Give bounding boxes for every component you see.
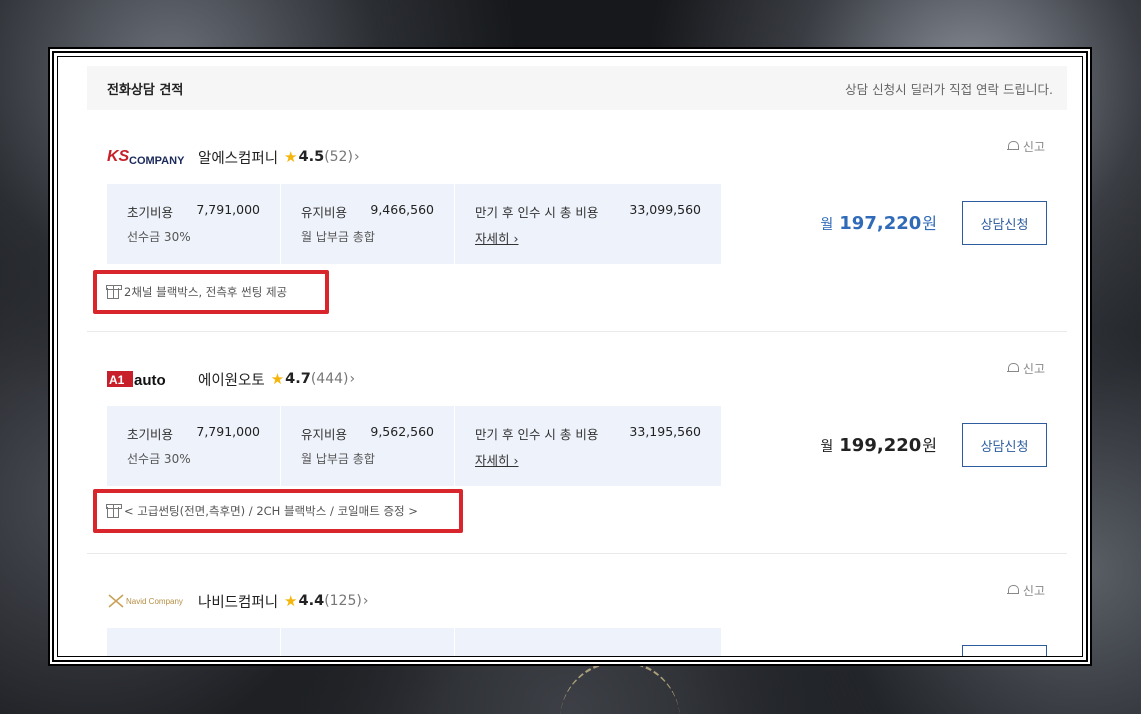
- dealer-logo: KS COMPANY: [107, 146, 189, 168]
- apply-consult-button[interactable]: [962, 645, 1047, 656]
- dealer-logo: A1 auto: [107, 368, 189, 390]
- report-button[interactable]: 신고: [1006, 360, 1045, 377]
- cost-summary: [107, 628, 721, 656]
- initial-cost-value: 7,791,000: [196, 424, 260, 439]
- dealer-card: KS COMPANY 알에스컴퍼니 ★ 4.5 (52) › 신고 초기비용 7,…: [87, 110, 1067, 332]
- apply-consult-button[interactable]: 상담신청: [962, 423, 1047, 467]
- price-prefix: 월: [820, 439, 834, 455]
- dealer-info-link[interactable]: 에이원오토 ★ 4.7 (444) ›: [198, 368, 355, 390]
- cost-summary: 초기비용 7,791,000 선수금 30% 유지비용 9,562,560 월 납부…: [107, 406, 721, 486]
- deposit-label: 선수금 30%: [127, 452, 191, 466]
- dealer-rating: 4.5: [298, 149, 325, 165]
- total-cost-label: 만기 후 인수 시 총 비용: [475, 427, 599, 442]
- initial-cost-cell: 초기비용 7,791,000 선수금 30%: [107, 406, 280, 486]
- maintenance-cost-value: 9,562,560: [370, 424, 434, 439]
- dealer-review-count: (52): [324, 149, 353, 165]
- report-button[interactable]: 신고: [1006, 138, 1045, 155]
- gift-icon: [106, 284, 122, 299]
- price-amount: 199,220: [839, 435, 922, 456]
- maintenance-cost-cell: [280, 628, 454, 656]
- bell-icon: [1006, 585, 1019, 596]
- screenshot-frame: 전화상담 견적 상담 신청시 딜러가 직접 연락 드립니다. KS COMPAN…: [50, 49, 1090, 664]
- detail-link[interactable]: 자세히 ›: [475, 450, 519, 469]
- dealer-logo: Navid Company: [107, 590, 189, 612]
- dealer-card: Navid Company 나비드컴퍼니 ★ 4.4 (125) › 신고: [87, 554, 1067, 656]
- gift-text: < 고급썬팅(전면,측후면) / 2CH 블랙박스 / 코일매트 증정 >: [124, 504, 418, 518]
- monthly-total-label: 월 납부금 총합: [301, 452, 375, 466]
- maintenance-cost-label: 유지비용: [301, 205, 348, 220]
- total-cost-cell: [454, 628, 721, 656]
- initial-cost-label: 초기비용: [127, 205, 174, 220]
- dealer-review-count: (125): [324, 593, 362, 609]
- gift-highlight: < 고급썬팅(전면,측후면) / 2CH 블랙박스 / 코일매트 증정 >: [93, 489, 463, 533]
- dealer-rating: 4.7: [285, 371, 311, 387]
- background-stitching: [560, 660, 680, 714]
- total-cost-cell: 만기 후 인수 시 총 비용 33,195,560 자세히 ›: [454, 406, 721, 486]
- star-icon: ★: [284, 592, 298, 610]
- gift-text: 2채널 블랙박스, 전측후 썬팅 제공: [124, 285, 288, 299]
- svg-text:Navid Company: Navid Company: [126, 597, 183, 606]
- maintenance-cost-cell: 유지비용 9,466,560 월 납부금 총합: [280, 184, 454, 264]
- detail-link-label: 자세히: [475, 231, 510, 246]
- panel-note: 상담 신청시 딜러가 직접 연락 드립니다.: [845, 81, 1053, 97]
- monthly-price: 월 199,220 원: [820, 432, 937, 456]
- panel-title: 전화상담 견적: [107, 82, 184, 98]
- total-cost-label: 만기 후 인수 시 총 비용: [475, 205, 599, 220]
- price-suffix: 원: [922, 214, 937, 233]
- chevron-right-icon: ›: [513, 453, 519, 468]
- svg-text:COMPANY: COMPANY: [129, 155, 185, 167]
- chevron-right-icon: ›: [353, 149, 360, 165]
- price-amount: 197,220: [839, 213, 922, 234]
- panel-header: 전화상담 견적 상담 신청시 딜러가 직접 연락 드립니다.: [87, 66, 1067, 110]
- phone-consult-panel: 전화상담 견적 상담 신청시 딜러가 직접 연락 드립니다. KS COMPAN…: [87, 66, 1067, 656]
- star-icon: ★: [284, 148, 298, 166]
- detail-link-label: 자세히: [475, 453, 510, 468]
- dealer-name: 나비드컴퍼니: [198, 594, 279, 611]
- maintenance-cost-label: 유지비용: [301, 427, 348, 442]
- gift-icon: [106, 503, 122, 518]
- svg-text:KS: KS: [107, 148, 130, 165]
- dealer-info-link[interactable]: 알에스컴퍼니 ★ 4.5 (52) ›: [198, 146, 360, 168]
- price-suffix: 원: [922, 436, 937, 455]
- maintenance-cost-cell: 유지비용 9,562,560 월 납부금 총합: [280, 406, 454, 486]
- chevron-right-icon: ›: [349, 371, 356, 387]
- dealer-info-link[interactable]: 나비드컴퍼니 ★ 4.4 (125) ›: [198, 590, 368, 612]
- svg-text:auto: auto: [134, 372, 166, 389]
- total-cost-value: 33,195,560: [629, 424, 701, 439]
- deposit-label: 선수금 30%: [127, 230, 191, 244]
- gift-highlight: 2채널 블랙박스, 전측후 썬팅 제공: [93, 270, 329, 314]
- initial-cost-cell: [107, 628, 280, 656]
- bell-icon: [1006, 141, 1019, 152]
- frame-inner: 전화상담 견적 상담 신청시 딜러가 직접 연락 드립니다. KS COMPAN…: [57, 56, 1083, 657]
- monthly-price: 월 197,220 원: [820, 210, 937, 234]
- dealer-card: A1 auto 에이원오토 ★ 4.7 (444) › 신고 초기비용 7,791…: [87, 332, 1067, 554]
- maintenance-cost-value: 9,466,560: [370, 202, 434, 217]
- star-icon: ★: [270, 370, 285, 388]
- initial-cost-value: 7,791,000: [196, 202, 260, 217]
- dealer-review-count: (444): [310, 371, 349, 387]
- monthly-total-label: 월 납부금 총합: [301, 230, 375, 244]
- apply-consult-button[interactable]: 상담신청: [962, 201, 1047, 245]
- bell-icon: [1006, 363, 1019, 374]
- dealer-rating: 4.4: [298, 593, 325, 609]
- report-label: 신고: [1022, 140, 1045, 154]
- report-button[interactable]: 신고: [1006, 582, 1045, 599]
- initial-cost-label: 초기비용: [127, 427, 174, 442]
- report-label: 신고: [1022, 584, 1045, 598]
- dealer-name: 에이원오토: [198, 372, 265, 389]
- total-cost-cell: 만기 후 인수 시 총 비용 33,099,560 자세히 ›: [454, 184, 721, 264]
- initial-cost-cell: 초기비용 7,791,000 선수금 30%: [107, 184, 280, 264]
- dealer-name: 알에스컴퍼니: [198, 150, 279, 167]
- total-cost-value: 33,099,560: [629, 202, 701, 217]
- detail-link[interactable]: 자세히 ›: [475, 228, 519, 247]
- chevron-right-icon: ›: [362, 593, 369, 609]
- svg-text:A1: A1: [109, 373, 125, 387]
- chevron-right-icon: ›: [513, 231, 519, 246]
- cost-summary: 초기비용 7,791,000 선수금 30% 유지비용 9,466,560 월 납부…: [107, 184, 721, 264]
- report-label: 신고: [1022, 362, 1045, 376]
- price-prefix: 월: [820, 217, 834, 233]
